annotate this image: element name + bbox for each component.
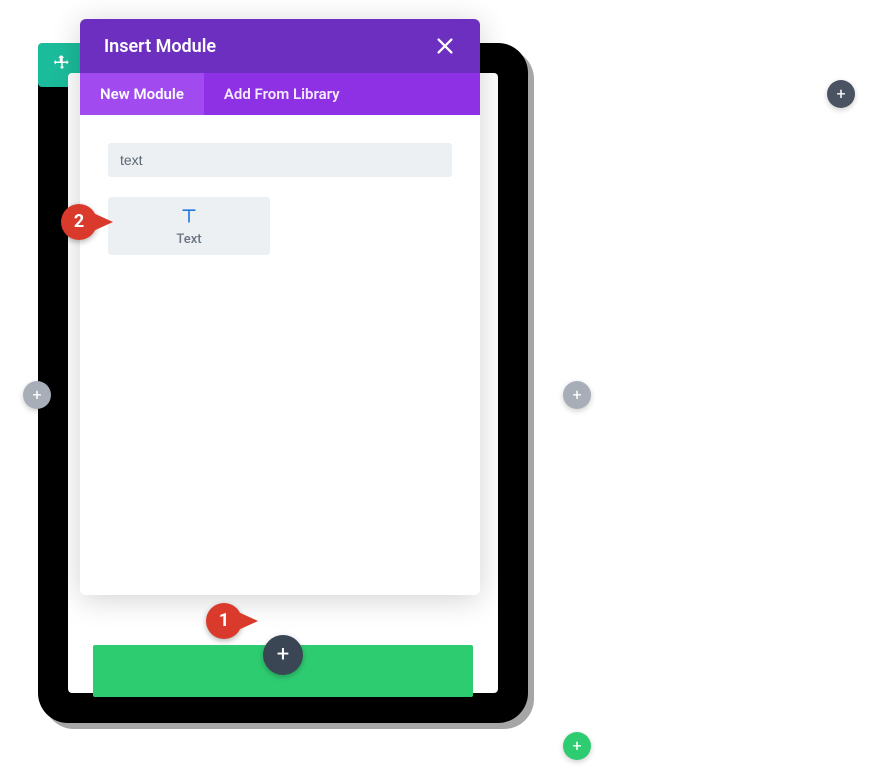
- plus-icon: +: [572, 736, 581, 755]
- tab-add-from-library[interactable]: Add From Library: [204, 73, 360, 115]
- add-column-left-button[interactable]: +: [23, 381, 51, 409]
- modal-header: Insert Module: [80, 19, 480, 73]
- add-module-button[interactable]: +: [263, 635, 303, 675]
- close-icon: [434, 41, 456, 62]
- modal-tabs: New Module Add From Library: [80, 73, 480, 115]
- tab-new-module[interactable]: New Module: [80, 73, 204, 115]
- plus-icon: +: [836, 84, 845, 103]
- plus-icon: +: [572, 385, 581, 404]
- module-item-text[interactable]: Text: [108, 197, 270, 255]
- add-section-top-button[interactable]: +: [827, 80, 855, 108]
- module-grid: Text: [108, 197, 452, 255]
- modal-close-button[interactable]: [434, 35, 456, 57]
- modal-body: Text: [80, 115, 480, 595]
- plus-icon: +: [32, 385, 41, 404]
- text-icon: [179, 206, 199, 230]
- insert-module-modal: Insert Module New Module Add From Librar…: [80, 19, 480, 595]
- add-column-right-button[interactable]: +: [563, 381, 591, 409]
- move-icon: [53, 54, 71, 76]
- modal-title: Insert Module: [104, 36, 216, 57]
- plus-icon: +: [277, 642, 289, 667]
- module-item-label: Text: [176, 232, 201, 247]
- add-section-bottom-button[interactable]: +: [563, 732, 591, 760]
- section-placeholder[interactable]: +: [93, 645, 473, 697]
- module-search-input[interactable]: [108, 143, 452, 177]
